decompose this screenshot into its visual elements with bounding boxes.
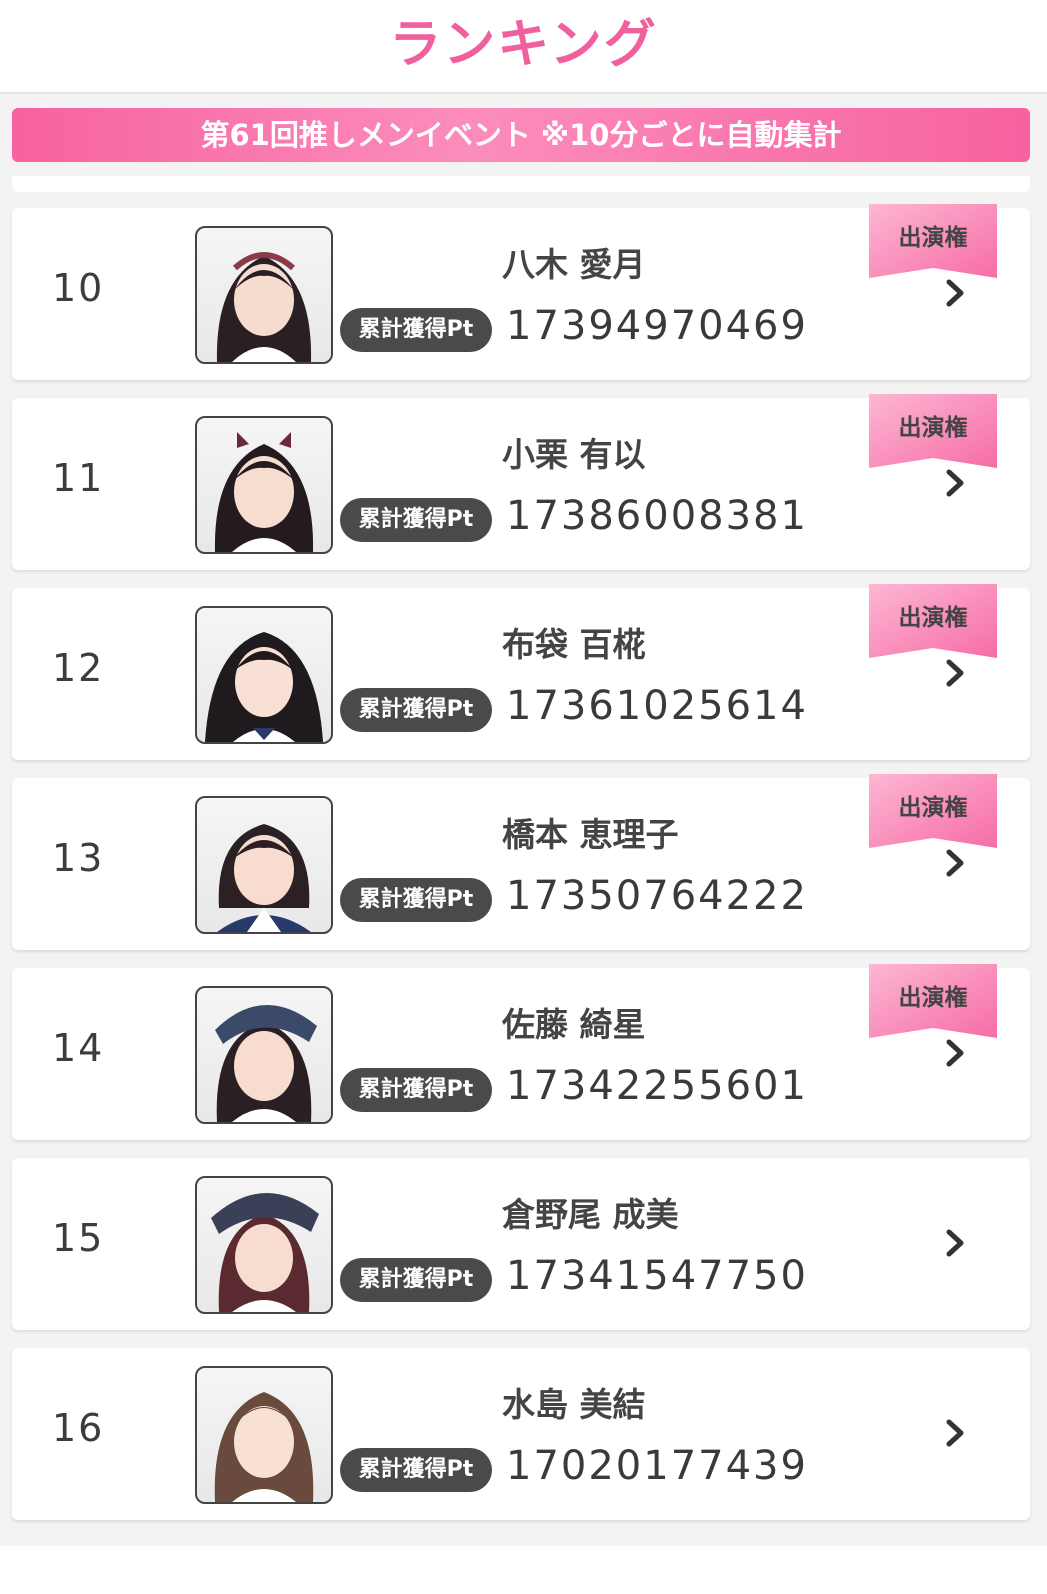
footer-bar [0,1546,1047,1594]
rank-number: 12 [52,646,105,690]
points-value: 17361025614 [506,683,808,729]
member-photo [195,796,333,934]
points-label-badge: 累計獲得Pt [340,1068,492,1112]
points-value: 17020177439 [506,1443,808,1489]
rank-number: 16 [52,1406,105,1450]
appearance-right-ribbon: 出演権 [869,204,997,278]
ribbon-label: 出演権 [898,225,968,251]
member-photo [195,226,333,364]
member-photo [195,606,333,744]
ranking-row[interactable]: 11 小栗 有以 累計獲得Pt 17386008381 出演権 [12,394,1030,570]
ranking-row[interactable]: 15 倉野尾 成美 累計獲得Pt 17341547750 [12,1158,1030,1330]
ranking-row[interactable]: 14 佐藤 綺星 累計獲得Pt 17342255601 出演権 [12,964,1030,1140]
appearance-right-ribbon: 出演権 [869,394,997,468]
points-value: 17350764222 [506,873,808,919]
points-label-badge: 累計獲得Pt [340,688,492,732]
page-header: ランキング [0,0,1047,94]
ranking-row[interactable]: 16 水島 美結 累計獲得Pt 17020177439 [12,1348,1030,1520]
points-value: 17341547750 [506,1253,808,1299]
chevron-right-icon[interactable] [940,278,970,308]
rank-number: 10 [52,266,105,310]
rank-number: 14 [52,1026,105,1070]
member-name: 布袋 百椛 [502,625,646,664]
points-label-badge: 累計獲得Pt [340,308,492,352]
member-name: 八木 愛月 [502,245,646,284]
appearance-right-ribbon: 出演権 [869,774,997,848]
points-label-badge: 累計獲得Pt [340,878,492,922]
member-photo [195,416,333,554]
chevron-right-icon[interactable] [940,658,970,688]
event-banner: 第61回推しメンイベント ※10分ごとに自動集計 [12,108,1030,162]
ribbon-label: 出演権 [898,415,968,441]
ranking-row[interactable]: 10 八木 愛月 累計獲得Pt 17394970469 出演権 [12,204,1030,380]
rank-number: 15 [52,1216,105,1260]
points-label-badge: 累計獲得Pt [340,498,492,542]
chevron-right-icon[interactable] [940,1418,970,1448]
member-name: 倉野尾 成美 [502,1195,679,1234]
chevron-right-icon[interactable] [940,848,970,878]
page-title: ランキング [389,15,658,75]
member-name: 水島 美結 [502,1385,646,1424]
member-name: 佐藤 綺星 [502,1005,646,1044]
member-photo [195,1366,333,1504]
points-label-badge: 累計獲得Pt [340,1258,492,1302]
member-photo [195,986,333,1124]
member-name: 橋本 恵理子 [502,815,679,854]
chevron-right-icon[interactable] [940,1228,970,1258]
rank-number: 11 [52,456,105,500]
points-value: 17342255601 [506,1063,808,1109]
ribbon-label: 出演権 [898,605,968,631]
ranking-row[interactable]: 13 橋本 恵理子 累計獲得Pt 17350764222 出演権 [12,774,1030,950]
ranking-row[interactable]: 12 布袋 百椛 累計獲得Pt 17361025614 出演権 [12,584,1030,760]
chevron-right-icon[interactable] [940,1038,970,1068]
ribbon-label: 出演権 [898,985,968,1011]
ribbon-label: 出演権 [898,795,968,821]
points-value: 17394970469 [506,303,808,349]
appearance-right-ribbon: 出演権 [869,964,997,1038]
member-photo [195,1176,333,1314]
points-label-badge: 累計獲得Pt [340,1448,492,1492]
divider [12,176,1030,192]
rank-number: 13 [52,836,105,880]
member-name: 小栗 有以 [502,435,646,474]
points-value: 17386008381 [506,493,808,539]
appearance-right-ribbon: 出演権 [869,584,997,658]
chevron-right-icon[interactable] [940,468,970,498]
